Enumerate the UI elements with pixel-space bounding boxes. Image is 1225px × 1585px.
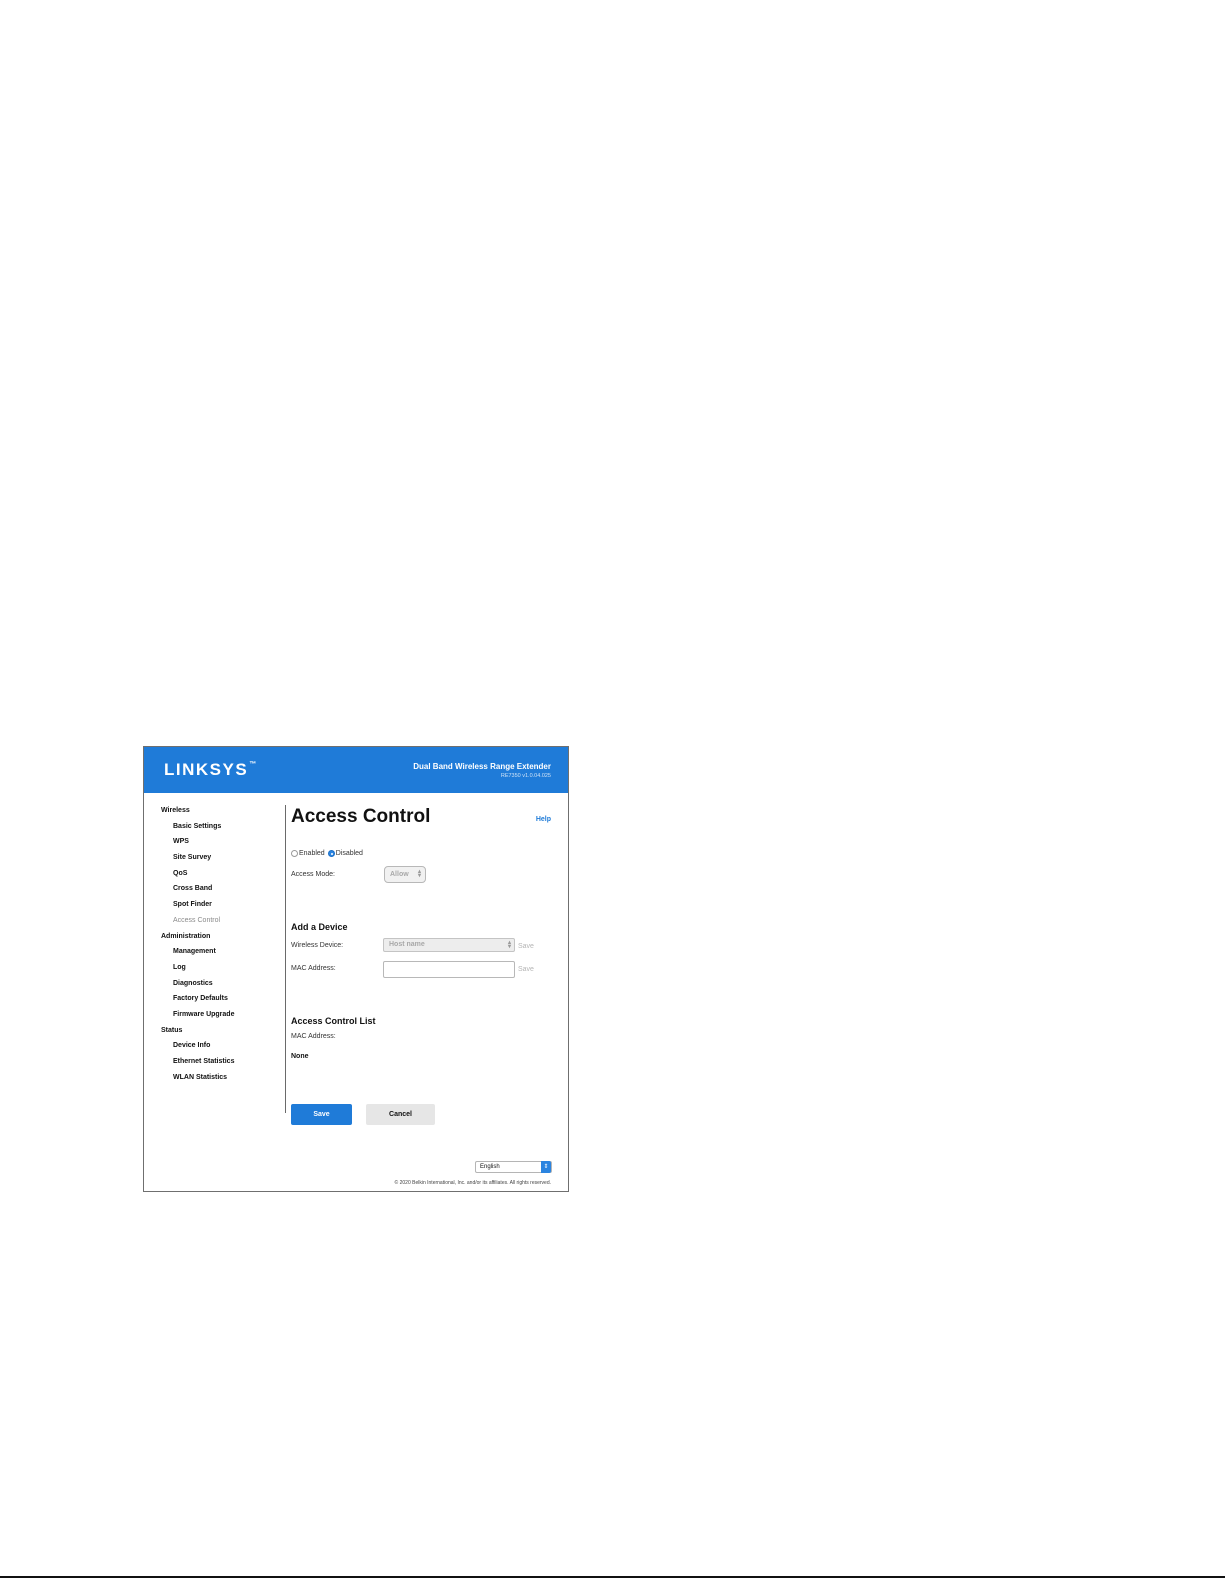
- firmware-version: RE7350 v1.0.04.025: [500, 773, 551, 779]
- page-title: Access Control: [291, 806, 431, 827]
- browser-page: LINKSYS™ Dual Band Wireless Range Extend…: [143, 746, 569, 1192]
- access-mode-value: Allow: [390, 871, 409, 878]
- sidebar-item-log[interactable]: Log: [161, 964, 281, 980]
- language-select[interactable]: English ⇕: [475, 1161, 552, 1173]
- help-link[interactable]: Help: [536, 816, 551, 823]
- save-button[interactable]: Save: [291, 1104, 352, 1125]
- trademark-mark: ™: [249, 761, 257, 768]
- disabled-radio[interactable]: [327, 850, 335, 857]
- cancel-button[interactable]: Cancel: [366, 1104, 435, 1125]
- mac-address-label: MAC Address:: [291, 965, 336, 972]
- wireless-device-label: Wireless Device:: [291, 942, 344, 949]
- sidebar-item-access-control[interactable]: Access Control: [161, 917, 281, 933]
- save-mac-address-link[interactable]: Save: [518, 966, 534, 973]
- updown-arrows-icon: ▴ ▾: [417, 869, 421, 879]
- enabled-label: Enabled: [299, 850, 325, 857]
- sidebar-item-wps[interactable]: WPS: [161, 838, 281, 854]
- wireless-device-value: Host name: [389, 941, 425, 948]
- sidebar-item-device-info[interactable]: Device Info: [161, 1042, 281, 1058]
- acl-mac-label: MAC Address:: [291, 1033, 336, 1040]
- nav-section-wireless: Wireless: [161, 807, 190, 814]
- logo-text: LINKSYS: [164, 760, 249, 779]
- sidebar-item-basic-settings[interactable]: Basic Settings: [161, 823, 281, 839]
- language-value: English: [480, 1164, 500, 1170]
- updown-arrows-icon: ▴ ▾: [507, 940, 511, 950]
- sidebar-divider: [285, 805, 286, 1113]
- sidebar-item-factory-defaults[interactable]: Factory Defaults: [161, 995, 281, 1011]
- access-control-toggle: Enabled Disabled: [291, 850, 366, 857]
- select-arrows-icon: ⇕: [541, 1161, 551, 1173]
- sidebar-item-spot-finder[interactable]: Spot Finder: [161, 901, 281, 917]
- sidebar-item-ethernet-statistics[interactable]: Ethernet Statistics: [161, 1058, 281, 1074]
- acl-heading: Access Control List: [291, 1016, 376, 1026]
- sidebar-item-qos[interactable]: QoS: [161, 870, 281, 886]
- save-wireless-device-link[interactable]: Save: [518, 943, 534, 950]
- acl-empty-value: None: [291, 1053, 309, 1060]
- sidebar-item-wlan-statistics[interactable]: WLAN Statistics: [161, 1074, 281, 1090]
- sidebar-item-site-survey[interactable]: Site Survey: [161, 854, 281, 870]
- nav-section-administration: Administration: [161, 932, 211, 940]
- nav-section-status: Status: [161, 1026, 183, 1034]
- linksys-logo: LINKSYS™: [164, 760, 256, 780]
- sidebar-item-firmware-upgrade[interactable]: Firmware Upgrade: [161, 1011, 281, 1027]
- sidebar-item-cross-band[interactable]: Cross Band: [161, 885, 281, 901]
- access-mode-select[interactable]: Allow ▴ ▾: [384, 866, 426, 883]
- mac-address-input[interactable]: [383, 961, 515, 978]
- sidebar-item-diagnostics[interactable]: Diagnostics: [161, 980, 281, 996]
- add-device-heading: Add a Device: [291, 922, 348, 932]
- page-bottom-rule: [0, 1576, 1225, 1578]
- header-bar: LINKSYS™ Dual Band Wireless Range Extend…: [144, 747, 568, 793]
- wireless-device-select[interactable]: Host name ▴ ▾: [383, 938, 515, 952]
- access-mode-label: Access Mode:: [291, 871, 335, 878]
- product-name: Dual Band Wireless Range Extender: [413, 762, 551, 771]
- disabled-label: Disabled: [335, 850, 363, 857]
- enabled-radio[interactable]: [291, 850, 298, 857]
- sidebar-item-management[interactable]: Management: [161, 948, 281, 964]
- sidebar-nav: Wireless Basic Settings WPS Site Survey …: [161, 807, 281, 1089]
- copyright-text: © 2020 Belkin International, Inc. and/or…: [394, 1180, 551, 1186]
